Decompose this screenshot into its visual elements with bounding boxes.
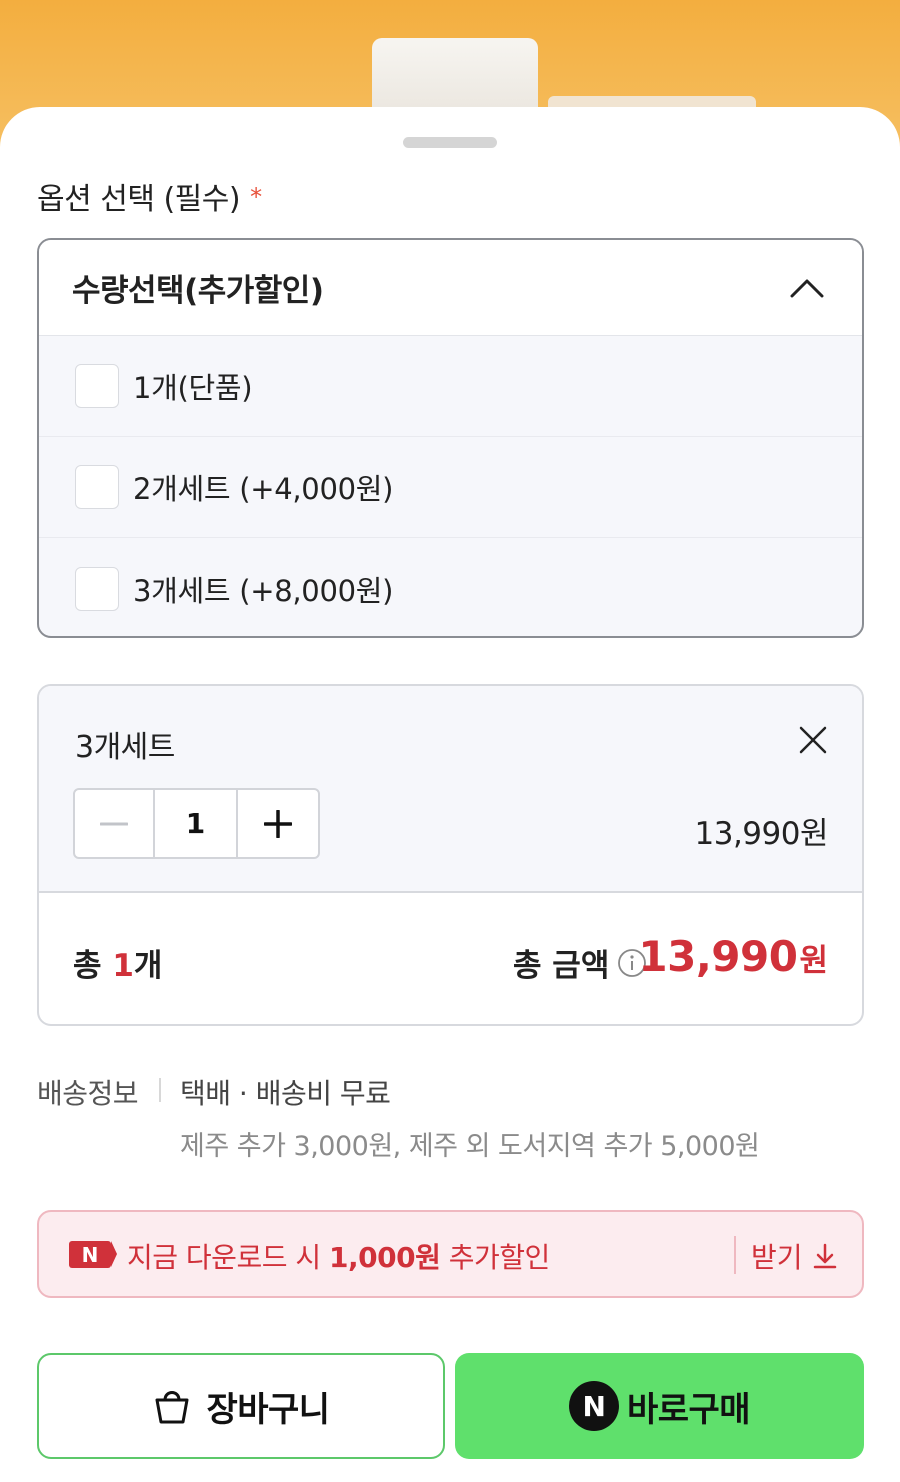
minus-icon: [100, 822, 128, 825]
total-amount-label-text: 총 금액: [513, 948, 610, 984]
shipping-label: 배송정보: [37, 1077, 139, 1110]
shipping-divider: [159, 1078, 161, 1102]
total-amount-value: 13,990: [638, 932, 798, 981]
quantity-increase-button[interactable]: [238, 790, 318, 857]
sheet-drag-handle[interactable]: [403, 137, 497, 148]
quantity-decrease-button[interactable]: [75, 790, 155, 857]
total-count-suffix: 개: [133, 948, 163, 984]
add-to-cart-button[interactable]: 장바구니: [37, 1353, 445, 1459]
option-item-2set[interactable]: 2개세트 (+4,000원): [39, 437, 862, 538]
quantity-stepper: 1: [73, 788, 320, 859]
plus-icon: [264, 809, 292, 838]
chevron-up-icon: [790, 279, 824, 297]
option-checkbox[interactable]: [75, 566, 119, 611]
shopping-bag-icon: [155, 1391, 189, 1424]
total-amount-label: 총 금액: [513, 940, 647, 985]
option-item-label: 2개세트 (+4,000원): [133, 472, 394, 506]
required-mark: *: [250, 183, 262, 211]
total-count: 총 1개: [73, 940, 162, 985]
option-item-label: 1개(단품): [133, 371, 253, 405]
option-dropdown-header[interactable]: 수량선택(추가할인): [39, 240, 862, 336]
selected-item-price: 13,990원: [694, 816, 829, 852]
shipping-extra-fee: 제주 추가 3,000원, 제주 외 도서지역 추가 5,000원: [180, 1131, 760, 1162]
coupon-download-label: 받기: [751, 1241, 803, 1274]
shipping-method: 택배 · 배송비 무료: [180, 1077, 391, 1110]
option-checkbox[interactable]: [75, 465, 119, 509]
total-amount: 13,990 원: [638, 932, 828, 981]
add-to-cart-label: 장바구니: [206, 1389, 330, 1430]
option-dropdown: 수량선택(추가할인) 1개(단품) 2개세트 (+4,000원) 3개세트 (+…: [37, 238, 864, 638]
buy-now-button[interactable]: N 바로구매: [455, 1353, 864, 1459]
option-item-label: 3개세트 (+8,000원): [133, 573, 394, 608]
coupon-text: 지금 다운로드 시 1,000원 추가할인: [127, 1236, 550, 1276]
option-checkbox[interactable]: [75, 364, 119, 408]
download-icon: [813, 1243, 836, 1269]
option-dropdown-label: 수량선택(추가할인): [72, 273, 324, 309]
option-item-single[interactable]: 1개(단품): [39, 336, 862, 437]
selected-option-panel: 3개세트 1 13,990원 총 1개 총 금액 13,990 원: [37, 684, 864, 1026]
total-count-value: 1: [112, 948, 134, 984]
total-amount-unit: 원: [799, 943, 828, 979]
option-item-3set[interactable]: 3개세트 (+8,000원): [39, 538, 862, 636]
coupon-download-button[interactable]: 받기: [751, 1236, 839, 1276]
buy-now-label: 바로구매: [626, 1389, 751, 1430]
coupon-text-after: 추가할인: [440, 1241, 551, 1274]
option-section-title: 옵션 선택 (필수) *: [37, 174, 262, 218]
close-icon[interactable]: [797, 724, 829, 756]
naver-pay-icon: N: [568, 1381, 619, 1431]
total-count-prefix: 총: [73, 948, 113, 984]
coupon-text-before: 지금 다운로드 시: [127, 1241, 330, 1274]
naver-coupon-icon: N: [69, 1241, 117, 1268]
option-section-title-text: 옵션 선택 (필수): [37, 182, 241, 217]
coupon-amount: 1,000원: [329, 1241, 441, 1274]
selected-item-name: 3개세트: [75, 730, 175, 765]
quantity-value[interactable]: 1: [155, 790, 238, 857]
coupon-banner[interactable]: N 지금 다운로드 시 1,000원 추가할인 받기: [37, 1210, 864, 1298]
coupon-divider: [734, 1236, 736, 1274]
